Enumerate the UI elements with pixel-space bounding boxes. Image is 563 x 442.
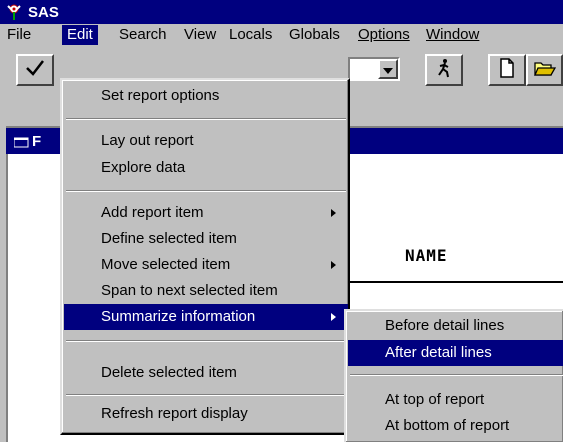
submenu-arrow-icon xyxy=(331,313,336,321)
run-button[interactable] xyxy=(425,54,463,86)
menu-separator xyxy=(66,190,346,192)
menu-item-explore-data[interactable]: Explore data xyxy=(64,155,348,181)
menu-separator xyxy=(66,340,346,342)
menu-item-span-to-next-selected-item[interactable]: Span to next selected item xyxy=(64,278,348,304)
combo-dropdown-button[interactable] xyxy=(378,59,398,79)
menu-item-label: Before detail lines xyxy=(385,317,505,334)
new-document-button[interactable] xyxy=(488,54,526,86)
menu-separator xyxy=(66,394,346,396)
window-title: SAS xyxy=(28,3,59,21)
menu-item-delete-selected-item[interactable]: Delete selected item xyxy=(64,360,348,386)
column-header-name[interactable]: NAME xyxy=(405,246,448,265)
edit-menu: Set report options Lay out report Explor… xyxy=(60,78,350,435)
submit-button[interactable] xyxy=(16,54,54,86)
menu-item-label: Move selected item xyxy=(101,256,231,273)
menu-item-label: At bottom of report xyxy=(385,417,510,434)
menu-item-label: At top of report xyxy=(385,391,485,408)
menu-item-at-bottom-of-report[interactable]: At bottom of report xyxy=(348,413,563,439)
menu-item-label: Span to next selected item xyxy=(101,282,278,299)
menu-view[interactable]: View xyxy=(179,25,221,45)
submenu-arrow-icon xyxy=(331,261,336,269)
menu-item-at-top-of-report[interactable]: At top of report xyxy=(348,387,563,413)
new-document-icon xyxy=(499,58,515,82)
sas-app-icon[interactable] xyxy=(5,3,23,21)
menu-item-label: Set report options xyxy=(101,87,220,104)
command-combo[interactable] xyxy=(348,57,400,81)
checkmark-icon xyxy=(24,58,46,82)
menu-item-add-report-item[interactable]: Add report item xyxy=(64,200,348,226)
menu-item-refresh-report-display[interactable]: Refresh report display xyxy=(64,401,348,427)
menu-bar: File Edit Search View Locals Globals Opt… xyxy=(0,24,563,46)
menu-separator xyxy=(66,118,346,120)
menu-item-label: Summarize information xyxy=(101,308,256,325)
menu-window[interactable]: Window xyxy=(421,25,484,45)
document-title: F xyxy=(32,132,42,150)
menu-locals[interactable]: Locals xyxy=(224,25,277,45)
menu-globals[interactable]: Globals xyxy=(284,25,345,45)
menu-options[interactable]: Options xyxy=(353,25,415,45)
open-folder-icon xyxy=(533,59,556,81)
running-man-icon xyxy=(435,58,453,82)
menu-item-define-selected-item[interactable]: Define selected item xyxy=(64,226,348,252)
menu-item-label: After detail lines xyxy=(385,344,492,361)
menu-item-label: Explore data xyxy=(101,159,186,176)
menu-item-lay-out-report[interactable]: Lay out report xyxy=(64,128,348,154)
menu-item-label: Delete selected item xyxy=(101,364,237,381)
sas-window: SAS File Edit Search View Locals Globals… xyxy=(0,0,563,442)
menu-edit[interactable]: Edit xyxy=(62,25,98,45)
menu-separator xyxy=(350,374,563,376)
open-folder-button[interactable] xyxy=(526,54,563,86)
title-bar[interactable]: SAS xyxy=(0,0,563,24)
menu-item-label: Define selected item xyxy=(101,230,237,247)
menu-item-set-report-options[interactable]: Set report options xyxy=(64,83,348,109)
menu-item-move-selected-item[interactable]: Move selected item xyxy=(64,252,348,278)
menu-search[interactable]: Search xyxy=(114,25,172,45)
menu-item-label: Add report item xyxy=(101,204,204,221)
menu-item-label: Lay out report xyxy=(101,132,194,149)
column-underline xyxy=(340,281,563,283)
menu-item-summarize-information[interactable]: Summarize information xyxy=(64,304,348,330)
menu-item-label: Refresh report display xyxy=(101,405,248,422)
chevron-down-icon xyxy=(383,61,393,78)
menu-item-after-detail-lines[interactable]: After detail lines xyxy=(348,340,563,366)
menu-file[interactable]: File xyxy=(2,25,36,45)
menu-item-before-detail-lines[interactable]: Before detail lines xyxy=(348,313,563,339)
submenu-arrow-icon xyxy=(331,209,336,217)
document-window-icon[interactable] xyxy=(13,135,30,148)
summarize-submenu: Before detail lines After detail lines A… xyxy=(344,309,563,442)
